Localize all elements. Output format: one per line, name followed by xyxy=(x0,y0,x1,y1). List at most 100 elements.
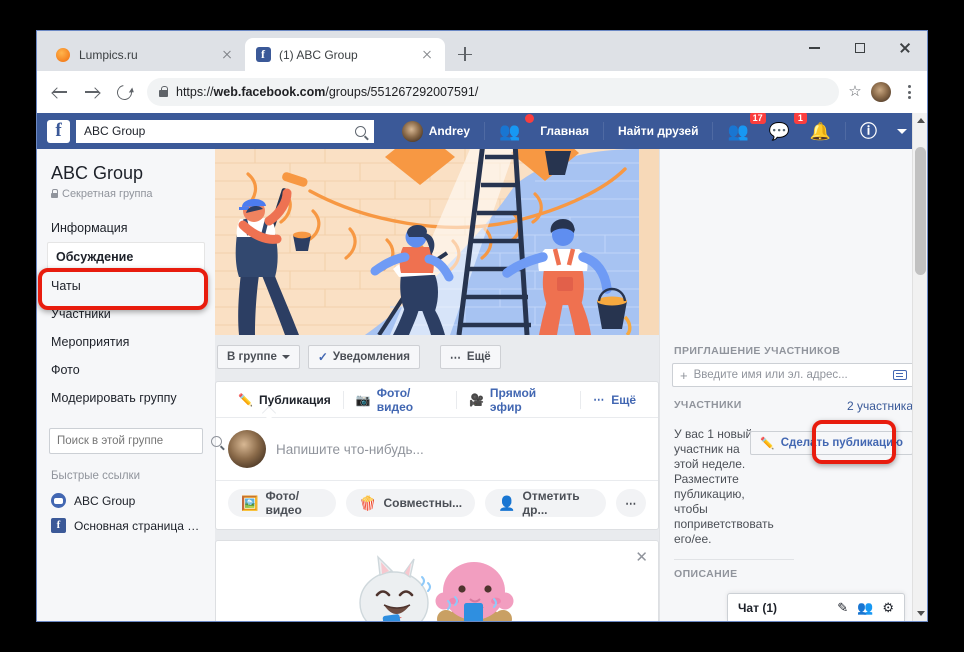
home-link[interactable]: Главная xyxy=(530,118,599,144)
search-input[interactable] xyxy=(57,435,211,447)
search-input[interactable] xyxy=(84,124,355,138)
center-column: В группе ✓ Уведомления ⋯ Ещё ✏️ Публикац… xyxy=(215,149,659,621)
search-icon[interactable] xyxy=(211,435,222,447)
url-text: https://web.facebook.com/groups/55126729… xyxy=(176,85,479,99)
screenshot-root: Lumpics.ru f (1) ABC Group https://web.f… xyxy=(0,0,964,652)
check-icon: ✓ xyxy=(317,350,328,364)
sidebar-item-chats[interactable]: Чаты xyxy=(37,272,215,300)
new-group-icon[interactable]: 👥 xyxy=(857,601,873,614)
find-friends-link[interactable]: Найти друзей xyxy=(608,118,708,144)
close-button[interactable] xyxy=(882,31,927,65)
scroll-down-button[interactable] xyxy=(913,606,927,621)
browser-toolbar: https://web.facebook.com/groups/55126729… xyxy=(37,71,927,113)
lock-icon xyxy=(51,189,59,199)
star-icon[interactable]: ☆ xyxy=(847,84,863,100)
photo-icon: 📷 xyxy=(355,392,371,407)
avatar[interactable] xyxy=(871,82,891,102)
sidebar-item-photos[interactable]: Фото xyxy=(37,356,215,384)
facebook-page: f Andrey 👥 Главная xyxy=(37,113,927,621)
composer-tab-label: Ещё xyxy=(611,392,636,407)
maximize-button[interactable] xyxy=(837,31,882,65)
forward-button[interactable] xyxy=(77,77,107,107)
tab-title: Lumpics.ru xyxy=(79,47,138,62)
invite-input[interactable]: + Введите имя или эл. адрес... xyxy=(672,363,915,387)
notifications-button[interactable]: ✓ Уведомления xyxy=(307,345,420,369)
composer-tab-more[interactable]: ⋯ Ещё xyxy=(581,382,648,418)
group-search-input[interactable] xyxy=(49,428,222,454)
tag-friends-button[interactable]: 👤 Отметить др... xyxy=(485,489,607,517)
address-bar[interactable]: https://web.facebook.com/groups/55126729… xyxy=(147,78,839,106)
composer-placeholder: Напишите что-нибудь... xyxy=(276,441,424,457)
facebook-logo-icon[interactable]: f xyxy=(47,119,70,143)
gear-icon[interactable]: ⚙ xyxy=(882,601,894,614)
sidebar-item-moderate[interactable]: Модерировать группу xyxy=(37,384,215,412)
profile-link[interactable]: Andrey xyxy=(392,118,480,144)
minimize-button[interactable] xyxy=(792,31,837,65)
contact-card-icon[interactable] xyxy=(893,370,907,380)
pencil-icon: ✏️ xyxy=(238,392,253,407)
facebook-search[interactable] xyxy=(76,119,374,143)
two-mascots-with-phones-illustration xyxy=(359,555,514,621)
avatar xyxy=(228,430,266,468)
popcorn-icon: 🍿 xyxy=(359,495,377,511)
pencil-icon: ✏️ xyxy=(760,438,775,450)
close-icon[interactable] xyxy=(419,47,435,63)
scrollbar-thumb[interactable] xyxy=(915,147,926,275)
messages-badge: 1 xyxy=(793,113,807,124)
more-button[interactable]: ⋯ Ещё xyxy=(439,345,501,369)
new-tab-button[interactable] xyxy=(451,40,479,68)
more-label: Ещё xyxy=(466,351,491,363)
group-cover-photo[interactable] xyxy=(215,149,659,335)
compose-icon[interactable]: ✎ xyxy=(837,601,848,614)
friend-requests-button[interactable]: 👥 17 xyxy=(717,113,766,144)
back-button[interactable] xyxy=(45,77,75,107)
browser-window: Lumpics.ru f (1) ABC Group https://web.f… xyxy=(36,30,928,622)
facebook-icon: f xyxy=(255,47,271,63)
search-icon[interactable] xyxy=(354,125,366,137)
sidebar-item-discussion[interactable]: Обсуждение xyxy=(47,242,205,272)
sidebar-item-label: Чаты xyxy=(51,279,81,293)
quick-link-main-page[interactable]: f Основная страница С... xyxy=(37,513,215,538)
friend-requests-icon[interactable]: 👥 xyxy=(489,114,535,144)
quick-link-abc-group[interactable]: ABC Group xyxy=(37,488,215,513)
composer-tab-post[interactable]: ✏️ Публикация xyxy=(226,382,343,418)
help-icon[interactable]: ⓘ xyxy=(850,118,887,144)
sidebar-nav: Информация Обсуждение Чаты Участники Мер… xyxy=(37,214,215,412)
page-scrollbar[interactable] xyxy=(912,113,927,621)
messenger-icon[interactable]: 💬 1 xyxy=(759,113,807,144)
divider xyxy=(484,122,486,140)
reload-button[interactable] xyxy=(109,77,139,107)
composer-actions: 🖼️ Фото/видео 🍿 Совместны... 👤 Отметить … xyxy=(216,480,658,529)
profile-name: Andrey xyxy=(428,124,471,138)
sidebar-item-information[interactable]: Информация xyxy=(37,214,215,242)
group-action-bar: В группе ✓ Уведомления ⋯ Ещё xyxy=(215,335,659,369)
photo-video-button[interactable]: 🖼️ Фото/видео xyxy=(228,489,337,517)
group-icon xyxy=(51,493,66,508)
sidebar-item-events[interactable]: Мероприятия xyxy=(37,328,215,356)
url-path: /groups/551267292007591/ xyxy=(325,85,479,99)
chevron-down-icon xyxy=(281,355,290,359)
tag-friends-label: Отметить др... xyxy=(522,489,580,517)
browser-tab-abc-group[interactable]: f (1) ABC Group xyxy=(245,38,445,71)
joined-button[interactable]: В группе xyxy=(217,345,300,369)
sidebar-item-members[interactable]: Участники xyxy=(37,300,215,328)
more-actions-button[interactable]: ⋯ xyxy=(616,489,646,517)
composer-input-row[interactable]: Напишите что-нибудь... xyxy=(216,418,658,480)
close-icon[interactable] xyxy=(219,47,235,63)
watch-together-button[interactable]: 🍿 Совместны... xyxy=(346,489,476,517)
sidebar-item-label: Информация xyxy=(51,221,128,235)
composer-tab-live[interactable]: 🎥 Прямой эфир xyxy=(457,382,580,418)
close-icon[interactable]: ✕ xyxy=(635,548,648,566)
invite-section-title: ПРИГЛАШЕНИЕ УЧАСТНИКОВ xyxy=(674,345,841,357)
make-post-button[interactable]: ✏️ Сделать публикацию xyxy=(750,431,913,455)
kebab-menu-icon[interactable] xyxy=(899,82,919,102)
browser-tab-lumpics[interactable]: Lumpics.ru xyxy=(45,38,245,71)
chat-dock[interactable]: Чат (1) ✎ 👥 ⚙ xyxy=(727,593,905,621)
make-post-label: Сделать публикацию xyxy=(780,437,903,449)
members-count-link[interactable]: 2 участника xyxy=(847,399,913,413)
divider xyxy=(845,122,846,140)
composer-tab-photo[interactable]: 📷 Фото/видео xyxy=(344,382,456,418)
scroll-up-button[interactable] xyxy=(913,113,927,128)
left-sidebar: ABC Group Секретная группа Информация Об… xyxy=(37,149,222,621)
right-sidebar: ПРИГЛАШЕНИЕ УЧАСТНИКОВ + Введите имя или… xyxy=(659,149,927,621)
